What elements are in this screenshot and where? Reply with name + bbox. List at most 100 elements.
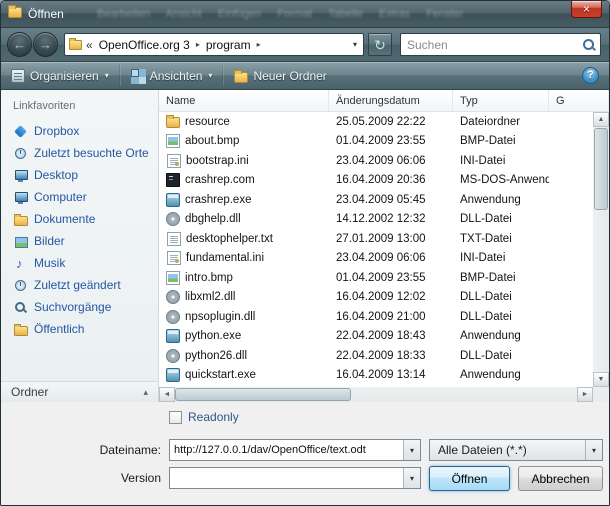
sidebar-item-musik[interactable]: Musik bbox=[1, 252, 158, 274]
file-name-cell: python.exe bbox=[159, 329, 329, 343]
breadcrumb[interactable]: « OpenOffice.org 3 ▸ program ▸ ▾ bbox=[64, 33, 364, 56]
chevron-right-icon[interactable]: ▸ bbox=[257, 40, 261, 49]
sidebar-item-dropbox[interactable]: Dropbox bbox=[1, 120, 158, 142]
open-button[interactable]: Öffnen bbox=[429, 466, 510, 491]
file-row[interactable]: intro.bmp01.04.2009 23:55BMP-Datei bbox=[159, 268, 593, 288]
chevron-down-icon: ▾ bbox=[410, 446, 414, 455]
file-type: MS-DOS-Anwend... bbox=[453, 174, 549, 186]
file-row[interactable]: python.exe22.04.2009 18:43Anwendung bbox=[159, 327, 593, 347]
sidebar-item-suchvorgaenge[interactable]: Suchvorgänge bbox=[1, 296, 158, 318]
filename-input[interactable] bbox=[170, 440, 403, 460]
column-header-name[interactable]: Name bbox=[159, 90, 329, 111]
refresh-button[interactable]: ↻ bbox=[368, 33, 392, 56]
glass-reflection-text: Bearbeiten Ansicht Einfügen Format Tabel… bbox=[97, 8, 467, 20]
horizontal-scroll-thumb[interactable] bbox=[175, 388, 351, 401]
breadcrumb-overflow-button[interactable]: « bbox=[86, 38, 93, 52]
close-button[interactable]: × bbox=[571, 1, 602, 18]
sidebar-list: Dropbox Zuletzt besuchte OrteDesktopCompu… bbox=[1, 120, 158, 340]
forward-button[interactable]: → bbox=[33, 32, 58, 57]
vertical-scrollbar[interactable]: ▲ ▼ bbox=[593, 112, 609, 387]
column-header-type[interactable]: Typ bbox=[453, 90, 549, 111]
file-name: desktophelper.txt bbox=[186, 233, 273, 245]
version-combo[interactable]: ▾ bbox=[169, 467, 421, 489]
open-dialog: Öffnen Bearbeiten Ansicht Einfügen Forma… bbox=[0, 0, 610, 506]
filetype-dropdown-button[interactable]: ▾ bbox=[585, 440, 602, 460]
file-date: 01.04.2009 23:55 bbox=[329, 135, 453, 147]
file-type: DLL-Datei bbox=[453, 213, 549, 225]
sidebar-item-label: Dropbox bbox=[34, 124, 79, 138]
scroll-right-button[interactable]: ► bbox=[577, 387, 593, 402]
organize-icon bbox=[11, 69, 25, 83]
version-label: Version bbox=[1, 467, 161, 489]
filetype-select[interactable]: Alle Dateien (*.*) ▾ bbox=[429, 439, 603, 461]
sidebar-item-computer[interactable]: Computer bbox=[1, 186, 158, 208]
column-header-size[interactable]: G bbox=[549, 90, 609, 111]
folders-bar[interactable]: Ordner ▴ bbox=[1, 381, 158, 402]
views-label: Ansichten bbox=[150, 69, 203, 83]
views-button[interactable]: Ansichten ▾ bbox=[121, 62, 223, 89]
file-name-cell: resource bbox=[159, 115, 329, 128]
readonly-label: Readonly bbox=[188, 410, 239, 424]
dropbox-icon bbox=[14, 125, 27, 138]
file-row[interactable]: resource25.05.2009 22:22Dateiordner bbox=[159, 112, 593, 132]
horizontal-scrollbar[interactable]: ◄ ► bbox=[159, 387, 593, 402]
readonly-checkbox[interactable] bbox=[169, 411, 182, 424]
back-button[interactable]: ← bbox=[7, 32, 32, 57]
filename-row: Dateiname: ▾ Alle Dateien (*.*) ▾ bbox=[1, 439, 609, 461]
file-type: Dateiordner bbox=[453, 116, 549, 128]
filename-dropdown-button[interactable]: ▾ bbox=[403, 440, 420, 460]
refresh-icon: ↻ bbox=[374, 38, 386, 52]
breadcrumb-dropdown-icon[interactable]: ▾ bbox=[351, 40, 359, 49]
file-row[interactable]: desktophelper.txt27.01.2009 13:00TXT-Dat… bbox=[159, 229, 593, 249]
file-row[interactable]: fundamental.ini23.04.2009 06:06INI-Datei bbox=[159, 249, 593, 269]
search-icon[interactable] bbox=[582, 38, 596, 52]
vertical-scroll-thumb[interactable] bbox=[594, 128, 608, 210]
file-type: BMP-Datei bbox=[453, 135, 549, 147]
file-row[interactable]: libxml2.dll16.04.2009 12:02DLL-Datei bbox=[159, 288, 593, 308]
chevron-down-icon: ▾ bbox=[592, 446, 596, 455]
bottom-panel: Readonly Dateiname: ▾ Alle Dateien (*.*)… bbox=[1, 402, 609, 505]
file-type: DLL-Datei bbox=[453, 311, 549, 323]
file-row[interactable]: crashrep.exe23.04.2009 05:45Anwendung bbox=[159, 190, 593, 210]
help-icon: ? bbox=[587, 70, 594, 81]
search-input[interactable] bbox=[405, 37, 582, 53]
breadcrumb-item-program[interactable]: program bbox=[204, 38, 253, 52]
file-name-cell: dbghelp.dll bbox=[159, 212, 329, 226]
scroll-up-button[interactable]: ▲ bbox=[593, 112, 609, 127]
column-header-date[interactable]: Änderungsdatum bbox=[329, 90, 453, 111]
list-header: Name Änderungsdatum Typ G bbox=[159, 90, 609, 112]
file-name-cell: bootstrap.ini bbox=[159, 154, 329, 168]
version-dropdown-button[interactable]: ▾ bbox=[403, 468, 420, 488]
sidebar-item-dokumente[interactable]: Dokumente bbox=[1, 208, 158, 230]
sidebar-item-desktop[interactable]: Desktop bbox=[1, 164, 158, 186]
scroll-down-button[interactable]: ▼ bbox=[593, 372, 609, 387]
titlebar[interactable]: Öffnen Bearbeiten Ansicht Einfügen Forma… bbox=[1, 1, 609, 28]
file-row[interactable]: about.bmp01.04.2009 23:55BMP-Datei bbox=[159, 132, 593, 152]
sidebar-item-oeffentlich[interactable]: Öffentlich bbox=[1, 318, 158, 340]
file-name: crashrep.com bbox=[185, 174, 255, 186]
breadcrumb-item-openoffice[interactable]: OpenOffice.org 3 bbox=[97, 38, 192, 52]
sidebar-item-zuletzt-geaendert[interactable]: Zuletzt geändert bbox=[1, 274, 158, 296]
organize-button[interactable]: Organisieren ▾ bbox=[1, 62, 119, 89]
file-row[interactable]: crashrep.com16.04.2009 20:36MS-DOS-Anwen… bbox=[159, 171, 593, 191]
file-date: 16.04.2009 12:02 bbox=[329, 291, 453, 303]
pictures-icon bbox=[14, 235, 27, 248]
file-date: 22.04.2009 18:43 bbox=[329, 330, 453, 342]
sidebar-item-zuletzt-besuchte-orte[interactable]: Zuletzt besuchte Orte bbox=[1, 142, 158, 164]
file-row[interactable]: quickstart.exe16.04.2009 13:14Anwendung bbox=[159, 366, 593, 386]
new-folder-button[interactable]: Neuer Ordner bbox=[224, 62, 336, 89]
search-box[interactable] bbox=[400, 33, 601, 56]
new-folder-label: Neuer Ordner bbox=[253, 69, 326, 83]
file-name: crashrep.exe bbox=[185, 194, 251, 206]
chevron-right-icon[interactable]: ▸ bbox=[196, 40, 200, 49]
file-row[interactable]: npsoplugin.dll16.04.2009 21:00DLL-Datei bbox=[159, 307, 593, 327]
file-row[interactable]: bootstrap.ini23.04.2009 06:06INI-Datei bbox=[159, 151, 593, 171]
file-row[interactable]: dbghelp.dll14.12.2002 12:32DLL-Datei bbox=[159, 210, 593, 230]
cancel-button[interactable]: Abbrechen bbox=[518, 466, 603, 491]
help-button[interactable]: ? bbox=[582, 67, 599, 84]
scroll-left-button[interactable]: ◄ bbox=[159, 387, 175, 402]
sidebar-item-label: Bilder bbox=[34, 234, 65, 248]
sidebar-item-bilder[interactable]: Bilder bbox=[1, 230, 158, 252]
file-row[interactable]: python26.dll22.04.2009 18:33DLL-Datei bbox=[159, 346, 593, 366]
views-icon bbox=[131, 69, 145, 83]
